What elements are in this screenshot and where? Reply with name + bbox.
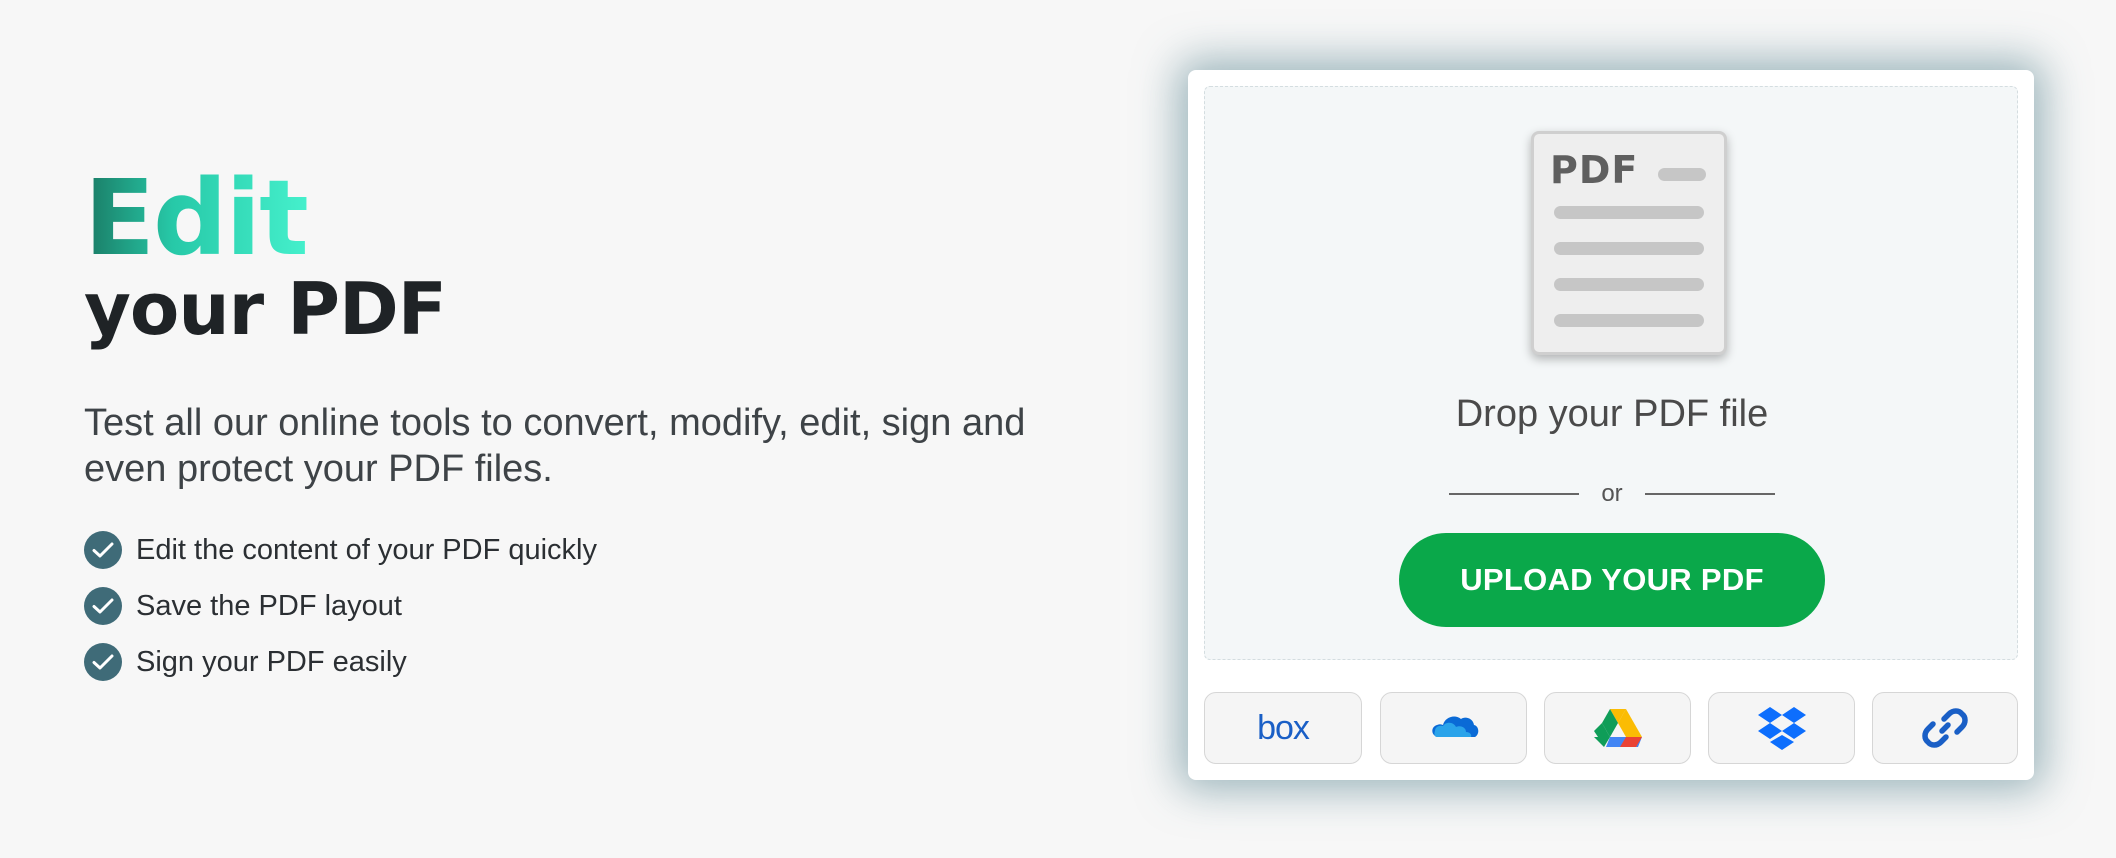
hero-section: Edit your PDF Test all our online tools …: [84, 160, 1104, 690]
onedrive-icon: [1431, 716, 1478, 737]
pdf-line: [1554, 242, 1704, 255]
hero-title-main: your PDF: [84, 267, 447, 351]
onedrive-source-button[interactable]: [1380, 692, 1527, 764]
divider-line: [1645, 493, 1775, 495]
feature-item: Sign your PDF easily: [84, 634, 1104, 690]
or-text: or: [1601, 480, 1623, 507]
pdf-line: [1658, 168, 1706, 181]
upload-card: PDF Drop your PDF file or UPLOAD YOUR PD…: [1188, 70, 2034, 780]
google-drive-icon: [1593, 709, 1642, 747]
feature-item: Edit the content of your PDF quickly: [84, 522, 1104, 578]
page: Edit your PDF Test all our online tools …: [0, 0, 2116, 858]
pdf-line: [1554, 278, 1704, 291]
box-icon: box: [1257, 708, 1310, 747]
google-drive-source-button[interactable]: [1544, 692, 1691, 764]
check-circle-icon: [84, 587, 122, 625]
url-source-button[interactable]: [1872, 692, 2018, 764]
feature-label: Sign your PDF easily: [136, 645, 407, 678]
pdf-icon-label: PDF: [1550, 148, 1639, 192]
divider-line: [1449, 493, 1579, 495]
cloud-source-bar: box: [1204, 692, 2018, 764]
dropbox-icon: [1757, 707, 1806, 750]
hero-description: Test all our online tools to convert, mo…: [84, 402, 1026, 490]
hero-title-accent: Edit: [84, 157, 309, 279]
feature-list: Edit the content of your PDF quickly Sav…: [84, 522, 1104, 690]
check-circle-icon: [84, 643, 122, 681]
dropbox-source-button[interactable]: [1708, 692, 1855, 764]
check-circle-icon: [84, 531, 122, 569]
pdf-dropzone[interactable]: PDF Drop your PDF file or UPLOAD YOUR PD…: [1204, 86, 2018, 660]
feature-item: Save the PDF layout: [84, 578, 1104, 634]
link-icon: [1922, 708, 1968, 748]
feature-label: Edit the content of your PDF quickly: [136, 533, 597, 566]
feature-label: Save the PDF layout: [136, 589, 402, 622]
pdf-line: [1554, 314, 1704, 327]
drop-text: Drop your PDF file: [1455, 393, 1769, 435]
box-source-button[interactable]: box: [1204, 692, 1362, 764]
or-divider: or: [1449, 479, 1775, 509]
pdf-document-icon: PDF: [1531, 131, 1727, 355]
hero-title: Edit your PDF: [84, 160, 1104, 350]
upload-pdf-button[interactable]: UPLOAD YOUR PDF: [1399, 533, 1825, 627]
pdf-line: [1554, 206, 1704, 219]
